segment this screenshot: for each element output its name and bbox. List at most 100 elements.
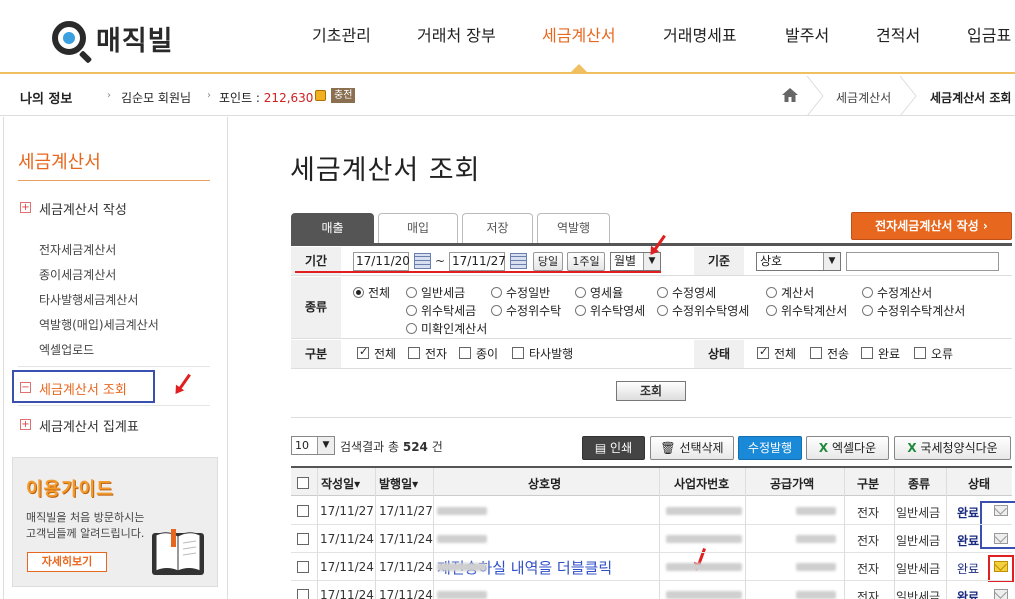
radio-button[interactable] [406,323,417,334]
sidebar-item-reverse-issued[interactable]: 역발행(매입)세금계산서 [39,316,159,333]
basis-select[interactable]: 상호 ▼ [756,252,841,271]
radio-button[interactable] [491,287,502,298]
radio-label: 수정위수탁계산서 [877,304,966,318]
tab-purchase[interactable]: 매입 [378,213,458,243]
radio-button[interactable] [766,305,777,316]
kind-checkbox[interactable] [357,345,369,359]
nav-tax-invoice[interactable]: 세금계산서 [542,22,616,46]
date-separator: ~ [435,254,446,268]
nts-form-download-button[interactable]: X 국세청양식다운 [894,436,1011,460]
home-icon[interactable] [782,88,798,102]
row-checkbox[interactable] [297,589,309,599]
calendar-icon[interactable] [414,253,431,269]
radio-button[interactable] [406,305,417,316]
kind-checkbox[interactable] [512,347,524,359]
my-info-label[interactable]: 나의 정보 [20,88,72,107]
tab-reverse[interactable]: 역발행 [537,213,610,243]
blurred-amount [796,535,836,543]
print-button[interactable]: ▤ 인쇄 [582,436,645,460]
row-checkbox[interactable] [297,533,309,545]
radio-button[interactable] [353,287,364,298]
column-divider [433,468,434,599]
charge-button[interactable]: 충전 [331,88,356,103]
tab-saved[interactable]: 저장 [462,213,533,243]
tab-sales[interactable]: 매출 [291,213,374,243]
radio-label: 계산서 [781,286,815,300]
date-to-input[interactable]: 17/11/27 [449,252,506,271]
cell-status[interactable]: 완료 [957,532,979,549]
col-write-date[interactable]: 작성일▾ [321,475,360,492]
sidebar-item-paper[interactable]: 종이세금계산서 [39,266,116,283]
col-write-date-label: 작성일 [321,477,355,491]
sidebar-item-electronic[interactable]: 전자세금계산서 [39,241,116,258]
print-label: 인쇄 [610,441,633,455]
one-week-button[interactable]: 1주일 [567,252,605,271]
status-checkbox[interactable] [757,345,769,359]
envelope-icon[interactable] [994,533,1008,544]
radio-button[interactable] [406,287,417,298]
logo[interactable]: 매직빌 [52,18,174,64]
column-divider [317,468,318,599]
nav-quote[interactable]: 견적서 [876,22,920,46]
radio-button[interactable] [657,305,668,316]
cell-kind: 전자 [857,534,880,548]
envelope-icon[interactable] [994,589,1008,599]
radio-button[interactable] [575,287,586,298]
col-issue-date-label: 발행일 [379,477,413,491]
nav-statement[interactable]: 거래명세표 [663,22,737,46]
plus-icon[interactable]: + [20,202,31,213]
col-status: 상태 [968,477,991,491]
today-button[interactable]: 당일 [533,252,563,271]
radio-button[interactable] [862,305,873,316]
radio-button[interactable] [766,287,777,298]
plus-icon[interactable]: + [20,419,31,430]
status-checkbox[interactable] [861,347,873,359]
status-checkbox[interactable] [810,347,822,359]
status-checkbox[interactable] [914,347,926,359]
row-checkbox[interactable] [297,505,309,517]
radio-button[interactable] [657,287,668,298]
basis-search-input[interactable] [846,252,999,271]
cell-status[interactable]: 완료 [957,560,979,577]
excel-download-button[interactable]: X 엑셀다운 [806,436,889,460]
result-prefix: 검색결과 총 [340,440,400,454]
page-size-select[interactable]: 10 ▼ [291,436,335,455]
radio-button[interactable] [491,305,502,316]
sidebar-title-divider [18,180,210,181]
envelope-icon[interactable] [994,561,1008,572]
cell-issue-date: 17/11/24 [379,560,433,574]
search-button[interactable]: 조회 [616,381,686,401]
nav-basic[interactable]: 기초관리 [312,22,371,46]
create-e-invoice-button[interactable]: 전자세금계산서 작성 › [851,212,1012,240]
guide-more-button[interactable]: 자세히보기 [27,552,107,572]
breadcrumb-tax-invoice[interactable]: 세금계산서 [836,89,891,106]
sidebar-item-other-issued[interactable]: 타사발행세금계산서 [39,291,138,308]
radio-button[interactable] [862,287,873,298]
nav-receipt[interactable]: 입금표 [967,22,1011,46]
delete-selected-button[interactable]: 🗑 선택삭제 [650,436,734,460]
col-issue-date[interactable]: 발행일▾ [379,475,418,492]
sidebar-item-write[interactable]: 세금계산서 작성 [39,199,127,218]
kind-checkbox[interactable] [459,347,471,359]
radio-label: 수정위수탁 [506,304,562,318]
guide-description: 매직빌을 처음 방문하시는 고객님들께 알려드립니다. [26,510,156,542]
status-option-label: 전체 [774,347,797,361]
row-checkbox[interactable] [297,561,309,573]
date-from-input[interactable]: 17/11/20 [353,252,410,271]
point-label: 포인트 : [219,91,264,105]
cell-status[interactable]: 완료 [957,588,979,599]
radio-button[interactable] [575,305,586,316]
kind-checkbox[interactable] [408,347,420,359]
envelope-icon[interactable] [994,505,1008,516]
calendar-icon[interactable] [510,253,527,269]
blurred-company-name [437,591,487,599]
delete-label: 선택삭제 [679,441,724,455]
select-all-checkbox[interactable] [297,477,309,489]
modify-issue-button[interactable]: 수정발행 [738,436,802,460]
nav-ledger[interactable]: 거래처 장부 [417,22,496,46]
col-company: 상호명 [528,477,562,491]
sidebar-item-excel-upload[interactable]: 엑셀업로드 [39,341,94,358]
cell-status[interactable]: 완료 [957,504,979,521]
sidebar-item-summary[interactable]: 세금계산서 집계표 [39,416,139,435]
nav-purchase-order[interactable]: 발주서 [785,22,829,46]
